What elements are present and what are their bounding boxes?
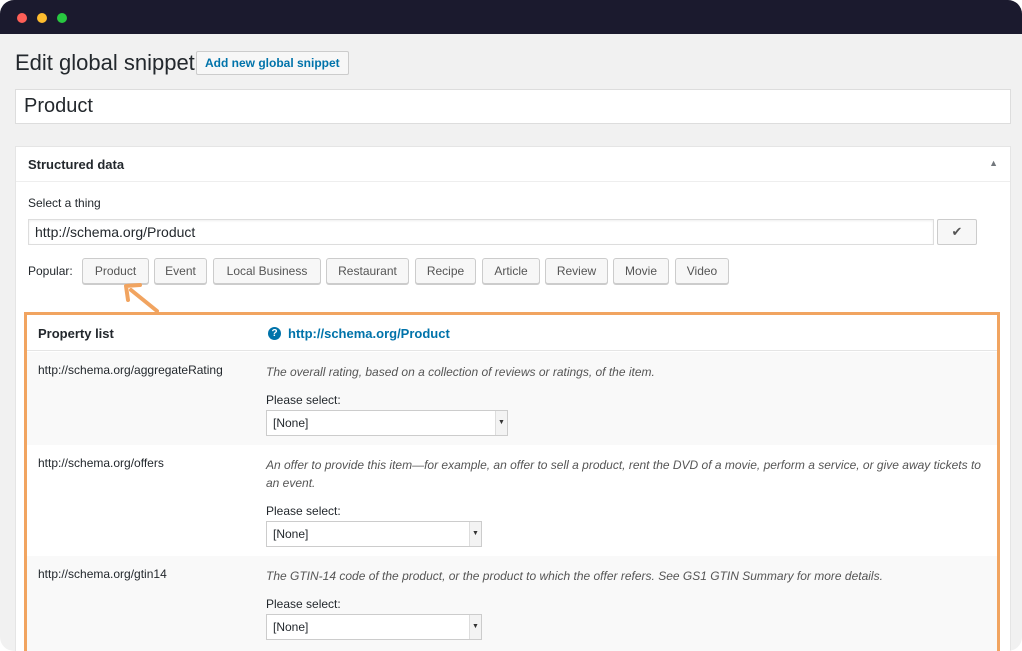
select-thing-label: Select a thing	[28, 196, 101, 210]
property-list-header: Property list ? http://schema.org/Produc…	[27, 315, 997, 351]
panel-title: Structured data	[28, 157, 125, 172]
property-name: http://schema.org/offers	[38, 456, 164, 470]
popular-label: Popular:	[28, 264, 73, 278]
popular-restaurant-button[interactable]: Restaurant	[326, 258, 409, 284]
dropdown-arrow-icon: ▼	[469, 522, 481, 546]
add-new-snippet-button[interactable]: Add new global snippet	[196, 51, 349, 75]
property-row: http://schema.org/offers An offer to pro…	[27, 445, 997, 556]
property-name: http://schema.org/aggregateRating	[38, 363, 223, 377]
dropdown-arrow-icon: ▼	[469, 615, 481, 639]
maximize-window-button[interactable]	[57, 13, 67, 23]
close-window-button[interactable]	[17, 13, 27, 23]
property-list-label: Property list	[38, 326, 114, 341]
confirm-checkmark-button[interactable]: ✔	[937, 219, 977, 245]
checkmark-icon: ✔	[951, 224, 963, 239]
popular-movie-button[interactable]: Movie	[613, 258, 669, 284]
property-select[interactable]: [None] ▼	[266, 410, 508, 436]
please-select-label: Please select:	[266, 393, 341, 407]
select-value: [None]	[273, 416, 309, 430]
popular-recipe-button[interactable]: Recipe	[415, 258, 476, 284]
select-value: [None]	[273, 527, 309, 541]
select-value: [None]	[273, 620, 309, 634]
schema-type-link[interactable]: http://schema.org/Product	[288, 326, 450, 341]
popular-review-button[interactable]: Review	[545, 258, 608, 284]
property-row: http://schema.org/aggregateRating The ov…	[27, 352, 997, 445]
property-name: http://schema.org/gtin14	[38, 567, 167, 581]
popular-local-business-button[interactable]: Local Business	[213, 258, 321, 284]
popular-video-button[interactable]: Video	[675, 258, 729, 284]
dropdown-arrow-icon: ▼	[495, 411, 507, 435]
property-list-box: Property list ? http://schema.org/Produc…	[24, 312, 1000, 651]
app-window: Edit global snippet Add new global snipp…	[0, 0, 1022, 651]
panel-header[interactable]: Structured data ▲	[16, 147, 1010, 182]
property-description: The overall rating, based on a collectio…	[266, 365, 655, 379]
popular-event-button[interactable]: Event	[154, 258, 207, 284]
schema-url-input[interactable]: http://schema.org/Product	[28, 219, 934, 245]
popular-product-button[interactable]: Product	[82, 258, 149, 284]
minimize-window-button[interactable]	[37, 13, 47, 23]
please-select-label: Please select:	[266, 504, 341, 518]
window-titlebar	[0, 0, 1022, 34]
page-title: Edit global snippet	[15, 50, 195, 75]
collapse-toggle-icon[interactable]: ▲	[989, 158, 998, 168]
property-description: The GTIN-14 code of the product, or the …	[266, 569, 883, 583]
help-icon[interactable]: ?	[268, 327, 281, 340]
please-select-label: Please select:	[266, 597, 341, 611]
property-select[interactable]: [None] ▼	[266, 521, 482, 547]
property-select[interactable]: [None] ▼	[266, 614, 482, 640]
page-content: Edit global snippet Add new global snipp…	[0, 34, 1022, 651]
popular-article-button[interactable]: Article	[482, 258, 540, 284]
snippet-title-input[interactable]: Product	[15, 89, 1011, 124]
property-description: An offer to provide this item—for exampl…	[266, 458, 981, 490]
property-row: http://schema.org/gtin14 The GTIN-14 cod…	[27, 556, 997, 651]
